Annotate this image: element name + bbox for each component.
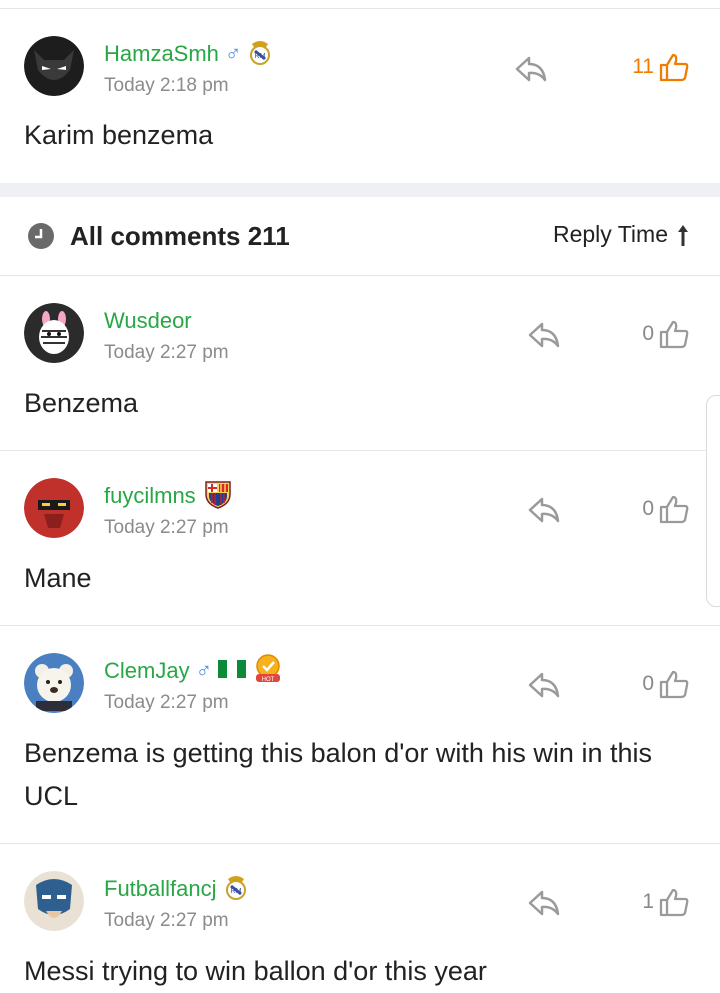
barcelona-crest-icon: [202, 478, 234, 515]
nigeria-flag-icon: [218, 658, 247, 685]
username-row: Wusdeor: [104, 306, 192, 336]
like-button[interactable]: 11: [632, 50, 690, 84]
avatar[interactable]: [24, 303, 84, 363]
svg-text:HOT: HOT: [262, 677, 275, 683]
thumbs-up-icon: [659, 53, 689, 82]
username[interactable]: HamzaSmh: [104, 41, 219, 67]
comment-text: Messi trying to win ballon d'or this yea…: [24, 956, 487, 986]
username-row: fuycilmns: [104, 480, 234, 511]
svg-text:RM: RM: [255, 53, 266, 60]
username-row: Futballfancj RM: [104, 874, 249, 904]
like-count: 0: [642, 322, 654, 345]
like-button[interactable]: 0: [642, 317, 690, 351]
reply-icon: [528, 322, 560, 348]
reply-icon: [528, 672, 560, 698]
reply-icon: [528, 890, 560, 916]
comment-text: Mane: [24, 563, 92, 593]
avatar[interactable]: [24, 871, 84, 931]
arrow-up-icon: [678, 224, 688, 246]
like-count: 0: [642, 672, 654, 695]
top-comment: HamzaSmh ♂ RM Today 2:18 pm 11 Karim ben…: [0, 9, 720, 183]
timestamp: Today 2:18 pm: [104, 75, 229, 96]
username[interactable]: ClemJay: [104, 658, 190, 684]
username[interactable]: Futballfancj: [104, 876, 217, 902]
reply-button[interactable]: [527, 320, 563, 350]
thumbs-up-icon: [659, 888, 689, 917]
scroll-handle[interactable]: [706, 395, 720, 607]
like-button[interactable]: 0: [642, 492, 690, 526]
svg-text:RM: RM: [230, 888, 241, 895]
comment-text: Benzema: [24, 388, 139, 418]
comment-item: Wusdeor Today 2:27 pm 0 Benzema: [0, 276, 720, 450]
avatar[interactable]: [24, 36, 84, 96]
timestamp: Today 2:27 pm: [104, 517, 229, 538]
reply-icon: [528, 497, 560, 523]
username[interactable]: Wusdeor: [104, 308, 192, 334]
reply-button[interactable]: [527, 495, 563, 525]
like-button[interactable]: 0: [642, 667, 690, 701]
like-button[interactable]: 1: [642, 885, 690, 919]
reply-button[interactable]: [527, 888, 563, 918]
hellboy-avatar-icon: [24, 478, 84, 538]
username-row: HamzaSmh ♂ RM: [104, 39, 273, 69]
comment-text: Karim benzema: [24, 120, 214, 150]
section-divider: [0, 183, 720, 197]
comment-item: ClemJay ♂ HOT Today 2:27 pm 0 Benzema is…: [0, 626, 720, 843]
timestamp: Today 2:27 pm: [104, 692, 229, 713]
reply-button[interactable]: [527, 670, 563, 700]
comment-text: Benzema is getting this balon d'or with …: [24, 738, 652, 811]
username[interactable]: fuycilmns: [104, 483, 196, 509]
batman-avatar-icon: [24, 36, 84, 96]
username-row: ClemJay ♂ HOT: [104, 653, 284, 686]
thumbs-up-icon: [659, 495, 689, 524]
thumbs-up-icon: [659, 670, 689, 699]
sort-reply-time-button[interactable]: Reply Time: [553, 221, 690, 248]
like-count: 11: [632, 55, 654, 78]
reply-icon: [515, 56, 547, 82]
teddy-bear-avatar-icon: [24, 653, 84, 713]
real-madrid-crest-icon: RM: [223, 873, 249, 906]
real-madrid-crest-icon: RM: [247, 38, 273, 71]
avatar[interactable]: [24, 478, 84, 538]
thumbs-up-icon: [659, 320, 689, 349]
avatar[interactable]: [24, 653, 84, 713]
male-icon: ♂: [224, 41, 242, 66]
zebra-avatar-icon: [24, 303, 84, 363]
male-icon: ♂: [195, 658, 213, 683]
clock-icon: [27, 222, 55, 255]
reply-button[interactable]: [514, 54, 550, 84]
all-comments-title: All comments 211: [70, 221, 290, 251]
sort-label: Reply Time: [552, 221, 668, 247]
comments-header: All comments 211 Reply Time: [0, 197, 720, 276]
like-count: 1: [642, 890, 654, 913]
hot-medal-icon: HOT: [252, 653, 284, 690]
timestamp: Today 2:27 pm: [104, 910, 229, 931]
like-count: 0: [642, 497, 654, 520]
comment-item: fuycilmns Today 2:27 pm 0 Mane: [0, 451, 720, 625]
captain-mask-avatar-icon: [24, 871, 84, 931]
comment-item: Futballfancj RM Today 2:27 pm 1 Messi tr…: [0, 844, 720, 990]
timestamp: Today 2:27 pm: [104, 342, 229, 363]
top-divider: [0, 0, 720, 9]
